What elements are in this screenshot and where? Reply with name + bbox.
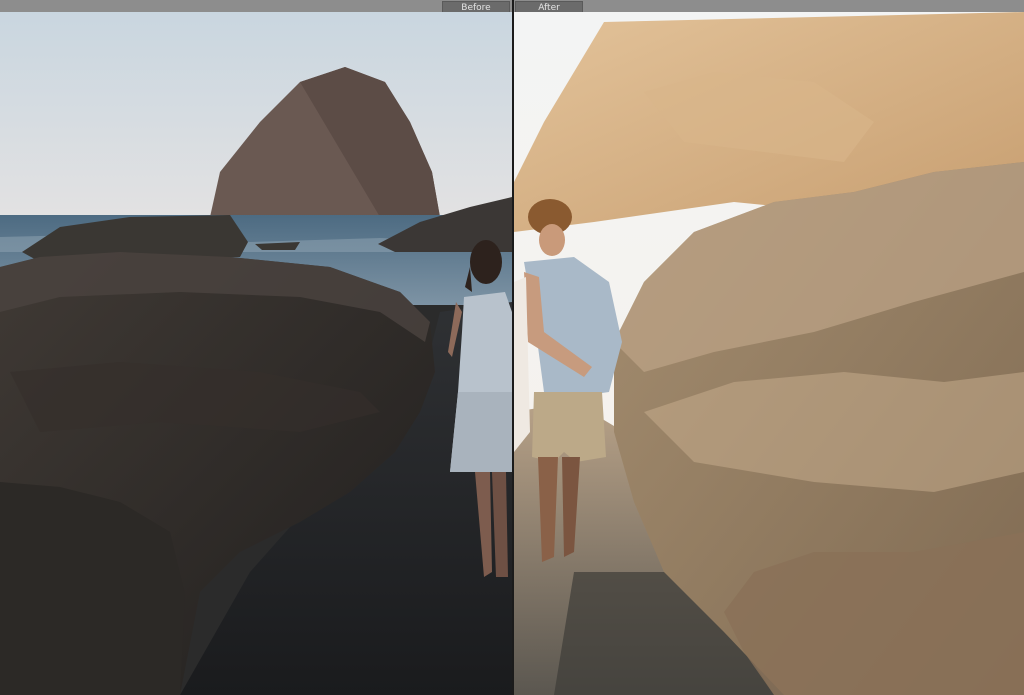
- after-image-pane[interactable]: [514, 12, 1024, 695]
- after-photo: [514, 12, 1024, 695]
- before-photo: [0, 12, 512, 695]
- before-image-pane[interactable]: [0, 12, 512, 695]
